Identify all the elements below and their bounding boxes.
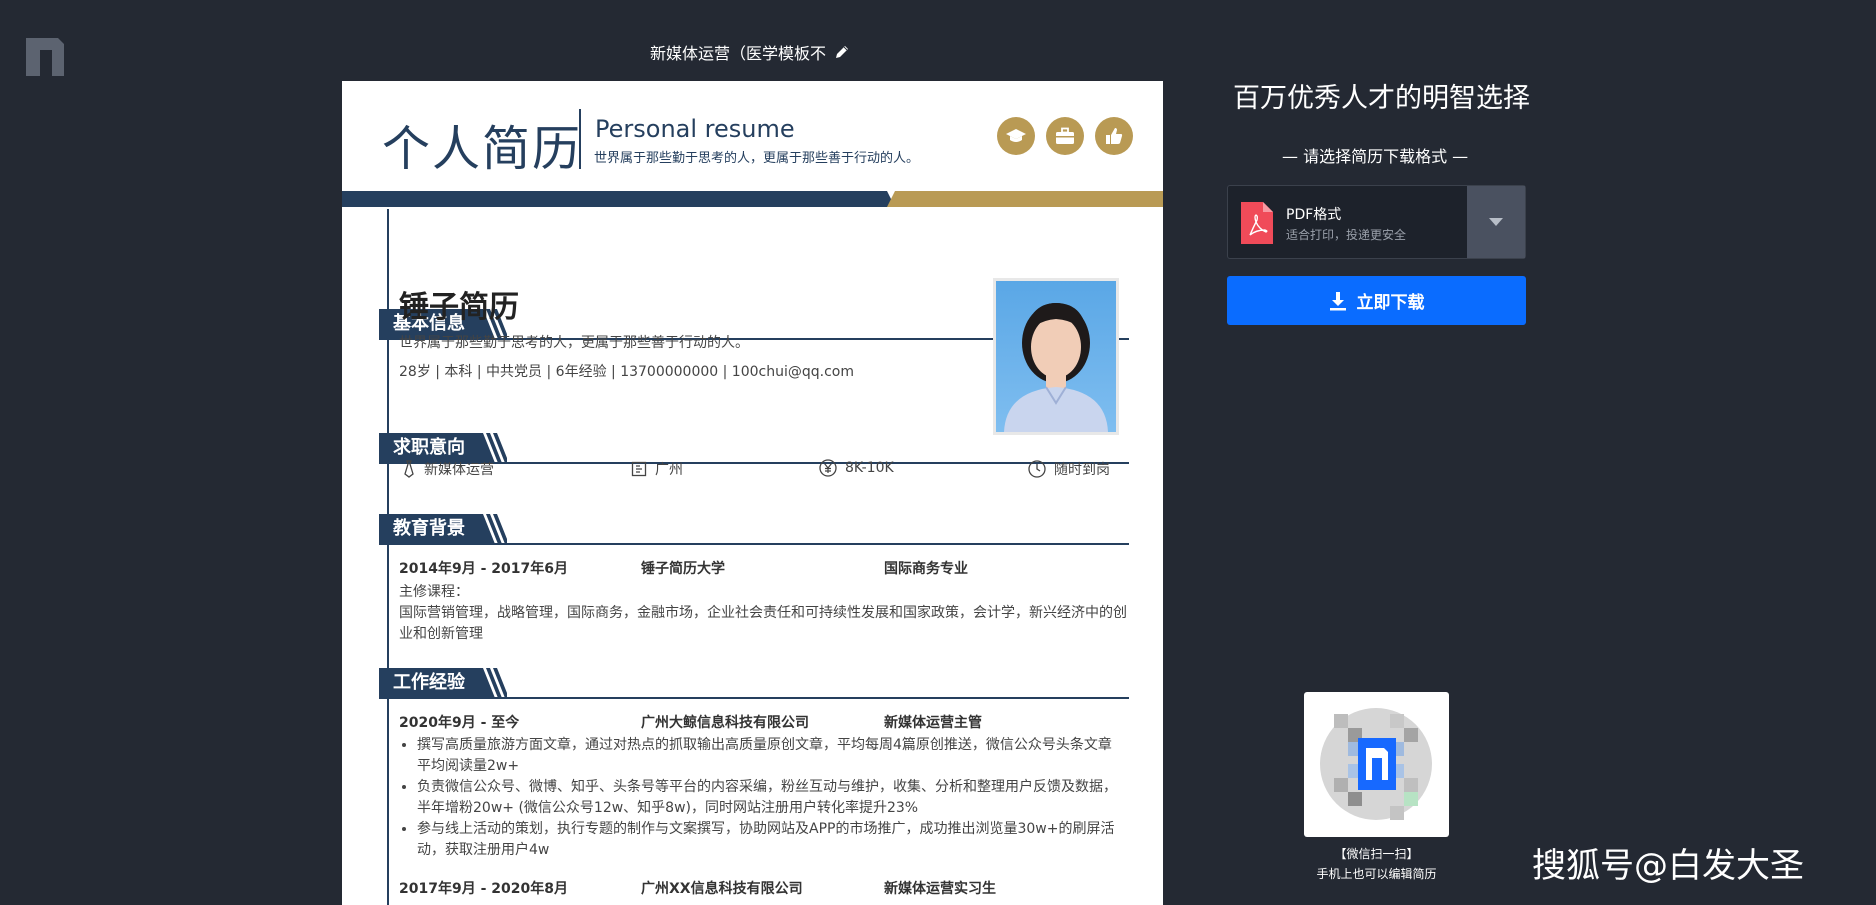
resume-header: 个人简历 Personal resume 世界属于那些勤于思考的人，更属于那些善… — [342, 81, 1163, 191]
list-item: 负责微信公众号、微博、知乎、头条号等平台的内容采编，粉丝互动与维护，收集、分析和… — [417, 777, 1117, 819]
header-icons — [997, 117, 1133, 155]
candidate-motto: 世界属于那些勤于思考的人，更属于那些善于行动的人。 — [399, 335, 749, 351]
candidate-name: 锤子简历 — [399, 290, 519, 325]
qr-subcaption: 手机上也可以编辑简历 — [1316, 867, 1437, 881]
intent-salary: 8K-10K — [819, 459, 894, 477]
list-item: 参与线上活动的策划，执行专题的制作与文案撰写，协助网站及APP的市场推广，成功推… — [417, 819, 1117, 861]
list-item: 撰写高质量旅游方面文章，通过对热点的抓取输出高质量原创文章，平均每周4篇原创推送… — [417, 735, 1117, 777]
watermark-text: 搜狐号@白发大圣 — [1532, 846, 1804, 886]
intent-city: 广州 — [631, 459, 683, 479]
clock-icon — [1028, 460, 1046, 478]
download-button[interactable]: 立即下载 — [1227, 276, 1526, 325]
edu-courses-line2: 业和创新管理 — [399, 626, 483, 642]
candidate-details: 28岁 | 本科 | 中共党员 | 6年经验 | 13700000000 | 1… — [399, 364, 854, 380]
resume-preview: 个人简历 Personal resume 世界属于那些勤于思考的人，更属于那些善… — [342, 81, 1163, 905]
resume-body: 基本信息 锤子简历 世界属于那些勤于思考的人，更属于那些善于行动的人。 28岁 … — [342, 209, 1163, 905]
edu-major: 国际商务专业 — [884, 561, 968, 577]
format-name: PDF格式 — [1286, 207, 1342, 223]
edu-school: 锤子简历大学 — [641, 561, 725, 577]
tie-icon — [404, 460, 414, 478]
pencil-icon[interactable] — [834, 44, 850, 60]
format-select[interactable]: PDF格式 适合打印，投递更安全 — [1227, 185, 1526, 259]
work-company: 广州XX信息科技有限公司 — [641, 881, 803, 897]
resume-motto: 世界属于那些勤于思考的人，更属于那些善于行动的人。 — [594, 151, 920, 166]
document-title[interactable]: 新媒体运营（医学模板不 — [650, 40, 850, 64]
work-period: 2020年9月 - 至今 — [399, 715, 520, 731]
work-role: 新媒体运营主管 — [884, 715, 982, 731]
download-label: 立即下载 — [1356, 293, 1425, 313]
panel-subtitle: — 请选择简历下载格式 — — [1282, 147, 1469, 166]
chevron-down-icon — [1489, 218, 1503, 226]
qr-code — [1304, 692, 1449, 837]
yen-icon — [819, 459, 837, 477]
edu-period: 2014年9月 - 2017年6月 — [399, 561, 568, 577]
section-title: 工作经验 — [379, 668, 475, 698]
header-band — [342, 191, 1163, 207]
dropdown-toggle[interactable] — [1467, 186, 1525, 258]
app-logo-icon[interactable] — [24, 34, 66, 78]
format-description: 适合打印，投递更安全 — [1286, 228, 1407, 242]
pdf-file-icon — [1241, 202, 1273, 244]
document-title-text: 新媒体运营（医学模板不 — [650, 44, 827, 63]
edu-courses-label: 主修课程： — [399, 584, 469, 600]
intent-position: 新媒体运营 — [402, 459, 494, 479]
intent-availability: 随时到岗 — [1028, 459, 1110, 479]
title-divider — [579, 109, 581, 169]
work-bullets: 撰写高质量旅游方面文章，通过对热点的抓取输出高质量原创文章，平均每周4篇原创推送… — [399, 735, 1117, 861]
resume-title-cn: 个人简历 — [382, 121, 583, 177]
section-work-header: 工作经验 — [379, 668, 1129, 699]
download-icon — [1329, 291, 1346, 310]
briefcase-icon — [1046, 117, 1084, 155]
panel-title: 百万优秀人才的明智选择 — [1233, 83, 1530, 114]
section-education-header: 教育背景 — [379, 514, 1129, 545]
thumbs-up-icon — [1095, 117, 1133, 155]
building-icon — [631, 461, 647, 477]
graduation-cap-icon — [997, 117, 1035, 155]
edu-courses-line1: 国际营销管理，战略管理，国际商务，金融市场，企业社会责任和可持续性发展和国家政策… — [399, 605, 1127, 621]
resume-title-en: Personal resume — [595, 115, 795, 143]
qr-caption: 【微信扫一扫】 — [1334, 847, 1419, 861]
work-role: 新媒体运营实习生 — [884, 881, 996, 897]
work-company: 广州大鲸信息科技有限公司 — [641, 715, 809, 731]
candidate-photo — [993, 278, 1119, 435]
work-period: 2017年9月 - 2020年8月 — [399, 881, 568, 897]
section-title: 教育背景 — [379, 514, 475, 544]
